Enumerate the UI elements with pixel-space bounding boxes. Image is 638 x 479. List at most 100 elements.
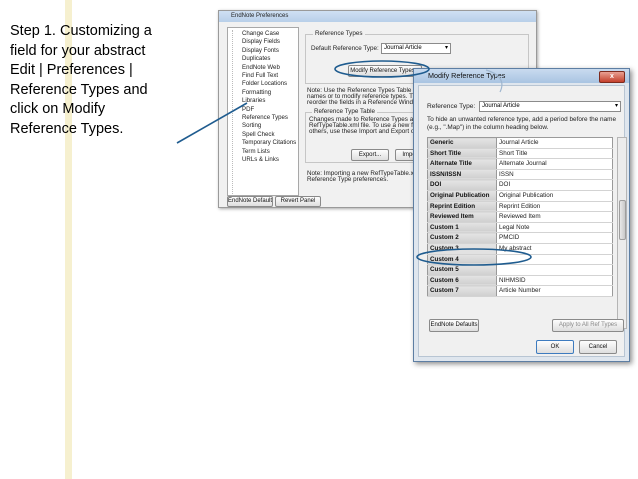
note-line: reorder the fields in a Reference Window… <box>307 99 423 106</box>
step-instruction-text: Step 1. Customizing a field for your abs… <box>10 22 185 139</box>
pref-item[interactable]: Libraries <box>242 97 265 104</box>
note-line: Reference Type preferences. <box>307 176 389 183</box>
table-row: DOI DOI <box>427 179 613 191</box>
pref-item[interactable]: Change Case <box>242 30 279 37</box>
generic-field-name: Custom 2 <box>427 232 497 244</box>
table-row-custom-3: Custom 3 My abstract <box>427 243 613 255</box>
generic-field-name: Custom 5 <box>427 264 497 276</box>
field-value-cell[interactable]: Legal Note <box>496 222 613 234</box>
dialog-title-bar: Modify Reference Types <box>414 69 629 83</box>
generic-field-name: Custom 6 <box>427 275 497 287</box>
field-value-cell[interactable]: ISSN <box>496 169 613 181</box>
reference-type-select[interactable]: Journal Article ▾ <box>479 101 621 112</box>
generic-field-name: Custom 7 <box>427 285 497 297</box>
chevron-down-icon: ▾ <box>444 45 448 51</box>
generic-field-name: Custom 3 <box>427 243 497 255</box>
generic-field-name: Reviewed Item <box>427 211 497 223</box>
revert-panel-button[interactable]: Revert Panel <box>275 196 321 207</box>
table-row: Original Publication Original Publication <box>427 190 613 202</box>
generic-field-name: Alternate Title <box>427 158 497 170</box>
step-line: click on Modify <box>10 101 106 117</box>
field-value-cell[interactable] <box>496 254 613 266</box>
table-row: Short Title Short Title <box>427 148 613 160</box>
reference-type-value: Journal Article <box>482 103 520 109</box>
pref-item[interactable]: Duplicates <box>242 55 270 62</box>
step-line: Step 1. Customizing a <box>10 23 152 39</box>
pref-item[interactable]: URLs & Links <box>242 156 279 163</box>
reference-type-table-title: Reference Type Table <box>312 108 378 116</box>
field-mapping-table: Generic Journal Article Short Title Short … <box>427 137 613 297</box>
preferences-category-list: Change Case Display Fields Display Fonts… <box>227 27 299 196</box>
field-value-cell[interactable]: PMCID <box>496 232 613 244</box>
modify-reference-types-button[interactable]: Modify Reference Types... <box>348 65 422 77</box>
field-value-cell[interactable]: Article Number <box>496 285 613 297</box>
step-line: Reference Types. <box>10 120 124 137</box>
chevron-down-icon: ▾ <box>614 103 618 109</box>
cancel-button[interactable]: Cancel <box>579 340 617 354</box>
pref-item[interactable]: EndNote Web <box>242 64 280 71</box>
table-row: Custom 1 Legal Note <box>427 222 613 234</box>
table-row: Generic Journal Article <box>427 137 613 149</box>
field-value-cell[interactable]: Alternate Journal <box>496 158 613 170</box>
table-scrollbar[interactable] <box>617 137 627 329</box>
scrollbar-thumb[interactable] <box>619 200 626 240</box>
generic-field-name: Short Title <box>427 148 497 160</box>
table-row: Custom 2 PMCID <box>427 232 613 244</box>
table-row: Custom 5 <box>427 264 613 276</box>
pref-item[interactable]: Folder Locations <box>242 80 287 87</box>
dialog-body: Reference Type: Journal Article ▾ To hid… <box>418 85 627 357</box>
default-type-label: Default Reference Type: <box>311 45 379 52</box>
field-value-cell[interactable]: Reprint Edition <box>496 201 613 213</box>
close-button[interactable]: x <box>599 71 625 83</box>
apply-to-all-button[interactable]: Apply to All Ref Types <box>552 319 624 332</box>
field-value-cell[interactable]: Short Title <box>496 148 613 160</box>
field-value-cell[interactable]: DOI <box>496 179 613 191</box>
generic-field-name: Original Publication <box>427 190 497 202</box>
step-line: Edit | Preferences | <box>10 62 133 78</box>
hint-line: To hide an unwanted reference type, add … <box>427 116 617 123</box>
generic-field-name: Generic <box>427 137 497 149</box>
endnote-defaults-button[interactable]: EndNote Defaults <box>227 196 273 207</box>
preferences-title-bar: EndNote Preferences <box>219 11 536 22</box>
pref-item[interactable]: PDF <box>242 106 254 113</box>
table-row: ISSN/ISSN ISSN <box>427 169 613 181</box>
table-row: Alternate Title Alternate Journal <box>427 158 613 170</box>
default-type-value: Journal Article <box>384 45 422 51</box>
pref-item[interactable]: Sorting <box>242 122 261 129</box>
generic-field-name: ISSN/ISSN <box>427 169 497 181</box>
pref-item[interactable]: Spell Check <box>242 131 275 138</box>
step-line: Reference Types and <box>10 81 148 98</box>
table-row: Reprint Edition Reprint Edition <box>427 201 613 213</box>
field-value-cell[interactable]: Original Publication <box>496 190 613 202</box>
export-button[interactable]: Export... <box>351 149 389 161</box>
field-value-cell[interactable]: NIHMSID <box>496 275 613 287</box>
table-row: Reviewed Item Reviewed Item <box>427 211 613 223</box>
pref-item[interactable]: Formatting <box>242 89 271 96</box>
modify-reference-types-dialog: Modify Reference Types x Reference Type:… <box>413 68 630 362</box>
field-value-cell[interactable]: Reviewed Item <box>496 211 613 223</box>
generic-field-name: Reprint Edition <box>427 201 497 213</box>
default-type-select[interactable]: Journal Article ▾ <box>381 43 451 54</box>
endnote-defaults-button[interactable]: EndNote Defaults <box>429 319 479 332</box>
pref-item[interactable]: Display Fields <box>242 38 280 45</box>
hint-line: (e.g., ".Map") in the column heading bel… <box>427 124 549 131</box>
pref-item[interactable]: Find Full Text <box>242 72 278 79</box>
pref-item[interactable]: Term Lists <box>242 148 270 155</box>
step-line: field for your abstract <box>10 42 146 59</box>
table-row: Custom 6 NIHMSID <box>427 275 613 287</box>
table-row: Custom 7 Article Number <box>427 285 613 297</box>
reference-types-group-title: Reference Types <box>313 30 365 38</box>
generic-field-name: Custom 1 <box>427 222 497 234</box>
field-value-cell[interactable]: Journal Article <box>496 137 613 149</box>
field-value-cell[interactable]: My abstract <box>496 243 613 255</box>
field-value-cell[interactable] <box>496 264 613 276</box>
pref-item[interactable]: Temporary Citations <box>242 139 296 146</box>
pref-item-reference-types[interactable]: Reference Types <box>242 114 288 121</box>
pref-item[interactable]: Display Fonts <box>242 47 279 54</box>
tree-guide-line <box>232 30 239 194</box>
reference-type-label: Reference Type: <box>427 103 476 110</box>
generic-field-name: DOI <box>427 179 497 191</box>
ok-button[interactable]: OK <box>536 340 574 354</box>
table-row: Custom 4 <box>427 254 613 266</box>
generic-field-name: Custom 4 <box>427 254 497 266</box>
